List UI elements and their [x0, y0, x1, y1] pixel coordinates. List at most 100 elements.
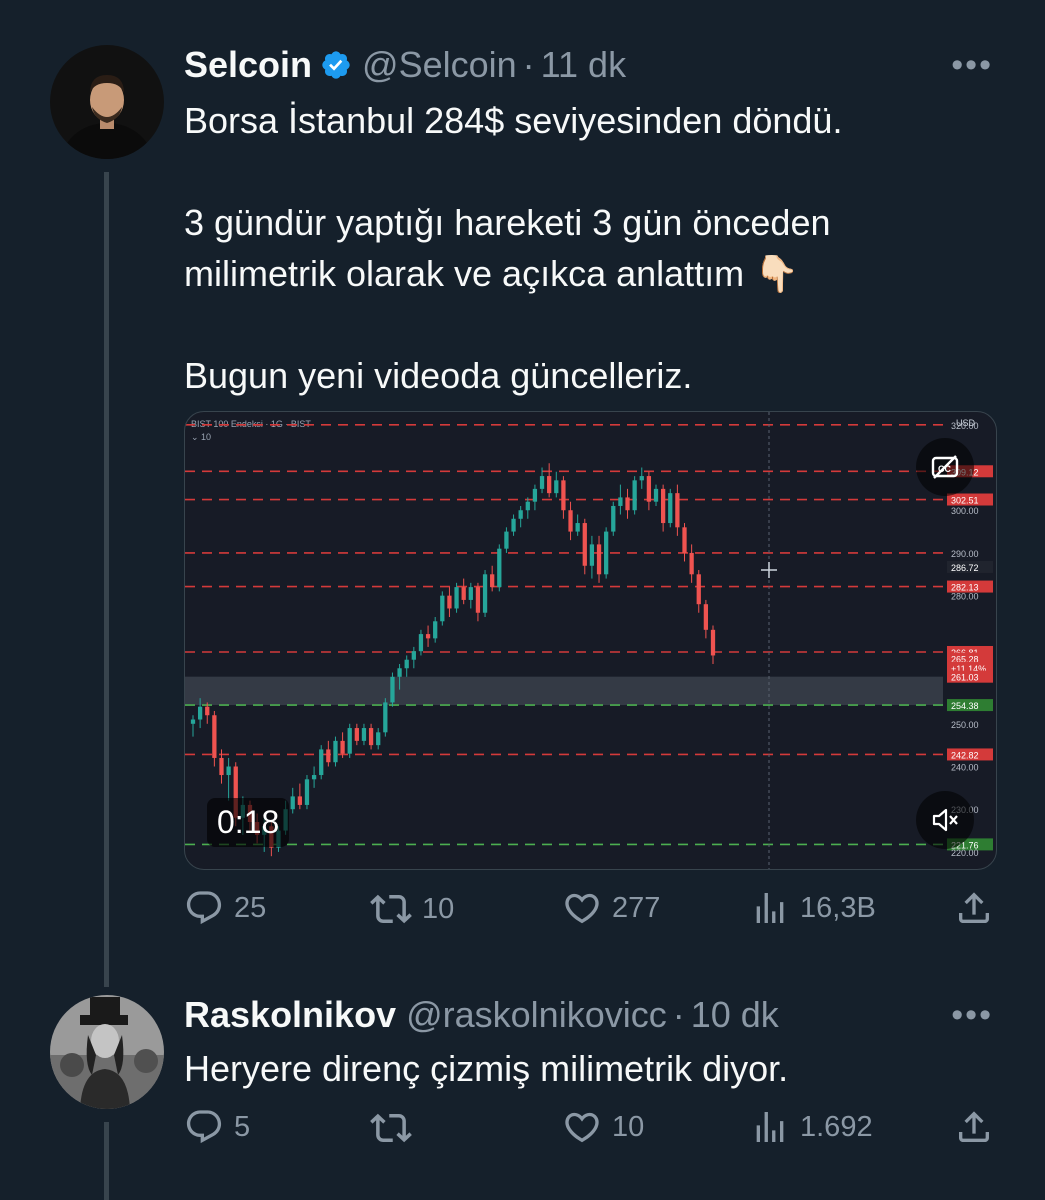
share-icon	[959, 892, 989, 923]
candle-body	[589, 544, 595, 566]
heart-icon	[565, 1112, 599, 1143]
candle-body	[696, 574, 701, 605]
like-button[interactable]: 277	[562, 888, 660, 928]
tweet-header: Raskolnikov @raskolnikovicc · 10 dk	[184, 994, 779, 1036]
candle-body	[703, 604, 709, 630]
candle-body	[290, 796, 295, 810]
views-button[interactable]: 16,3B	[750, 888, 876, 928]
support-zone	[185, 676, 943, 706]
price-tick-label: 240.00	[951, 762, 979, 772]
more-options-icon[interactable]: •••	[951, 996, 993, 1035]
candle-body	[376, 732, 381, 746]
display-name[interactable]: Raskolnikov	[184, 994, 396, 1036]
candle-body	[568, 510, 573, 532]
share-button[interactable]	[954, 1107, 994, 1147]
price-tick-label: 320.00	[951, 421, 979, 431]
captions-button[interactable]: CC	[916, 438, 974, 496]
candle-body	[418, 634, 424, 652]
candle-body	[205, 706, 210, 716]
price-tick-label: 250.00	[951, 720, 979, 730]
price-tick-label: 261.03	[951, 673, 979, 683]
candle-body	[689, 552, 694, 575]
avatar[interactable]	[50, 45, 164, 159]
separator-dot: ·	[522, 44, 535, 85]
candle-body	[653, 488, 659, 502]
reply-count: 25	[234, 891, 267, 924]
more-options-icon[interactable]: •••	[951, 46, 993, 85]
display-name[interactable]: Selcoin	[184, 44, 312, 86]
candle-body	[596, 544, 602, 575]
timestamp[interactable]: 11 dk	[541, 44, 626, 86]
candle-body	[447, 595, 452, 609]
candle-body	[639, 476, 644, 481]
candle-body	[625, 497, 630, 511]
candle-body	[411, 651, 416, 660]
candle-body	[347, 728, 352, 754]
candle-body	[468, 587, 473, 600]
heart-icon	[565, 893, 599, 924]
share-button[interactable]	[954, 888, 994, 928]
user-handle[interactable]: @Selcoin	[362, 44, 517, 86]
captions-off-icon: CC	[931, 455, 959, 479]
tweet-text: Borsa İstanbul 284$ seviyesinden döndü. …	[184, 100, 843, 396]
candle-body	[661, 488, 666, 524]
like-count: 10	[612, 1110, 645, 1143]
video-timecode: 0:18	[207, 798, 290, 847]
candle-body	[354, 728, 359, 741]
retweet-button[interactable]: 10	[370, 888, 454, 930]
candle-body	[532, 488, 538, 502]
tweet-text: Heryere direnç çizmiş milimetrik diyor.	[184, 1048, 789, 1089]
like-button[interactable]: 10	[562, 1107, 644, 1147]
crosshair	[761, 412, 777, 869]
candle-body	[582, 523, 587, 566]
candle-body	[212, 715, 217, 758]
candle-body	[611, 505, 616, 532]
separator-dot: ·	[672, 994, 685, 1035]
candle-body	[668, 493, 673, 524]
retweet-icon	[370, 894, 412, 924]
user-handle[interactable]: @raskolnikovicc	[406, 994, 667, 1036]
chart-frame: BIST 100 Endeksi · 1G · BIST ⌄ 10 USD 32…	[185, 412, 993, 869]
reply-icon	[186, 891, 222, 925]
video-player[interactable]: BIST 100 Endeksi · 1G · BIST ⌄ 10 USD 32…	[184, 411, 997, 870]
timestamp[interactable]: 10 dk	[691, 994, 779, 1036]
candle-body	[333, 740, 338, 763]
candle-body	[226, 766, 231, 776]
candle-body	[304, 779, 310, 805]
candle-body	[368, 728, 374, 746]
candle-body	[475, 587, 481, 613]
chart-subtitle: ⌄ 10	[191, 432, 211, 442]
candle-body	[675, 493, 680, 528]
candle-body	[497, 548, 502, 588]
candle-body	[197, 706, 203, 720]
candle-body	[190, 719, 196, 724]
avatar-image	[50, 995, 164, 1109]
candle-body	[219, 757, 224, 776]
views-button[interactable]: 1.692	[750, 1107, 873, 1147]
price-tick-label: 254.38	[951, 701, 979, 711]
candle-body	[482, 574, 488, 613]
candle-body	[539, 476, 545, 489]
reply-button[interactable]: 5	[184, 1107, 250, 1147]
candle-body	[425, 634, 431, 639]
candle-body	[632, 480, 637, 511]
price-tick-label: 280.00	[951, 592, 979, 602]
candle-body	[326, 749, 331, 763]
candle-body	[340, 740, 345, 754]
retweet-icon	[370, 1113, 412, 1143]
candle-body	[525, 501, 530, 511]
tweet-header: Selcoin @Selcoin · 11 dk	[184, 44, 626, 86]
mute-button[interactable]	[916, 791, 974, 849]
candle-body	[561, 480, 566, 511]
views-icon	[756, 1112, 784, 1142]
candle-body	[433, 621, 438, 639]
candle-body	[361, 728, 367, 741]
avatar-image	[50, 45, 164, 159]
retweet-button[interactable]	[370, 1107, 422, 1149]
candle-body	[547, 476, 552, 494]
reply-icon	[186, 1110, 222, 1144]
reply-button[interactable]: 25	[184, 888, 266, 928]
views-count: 16,3B	[800, 891, 876, 924]
candle-body	[461, 587, 466, 600]
avatar[interactable]	[50, 995, 164, 1109]
